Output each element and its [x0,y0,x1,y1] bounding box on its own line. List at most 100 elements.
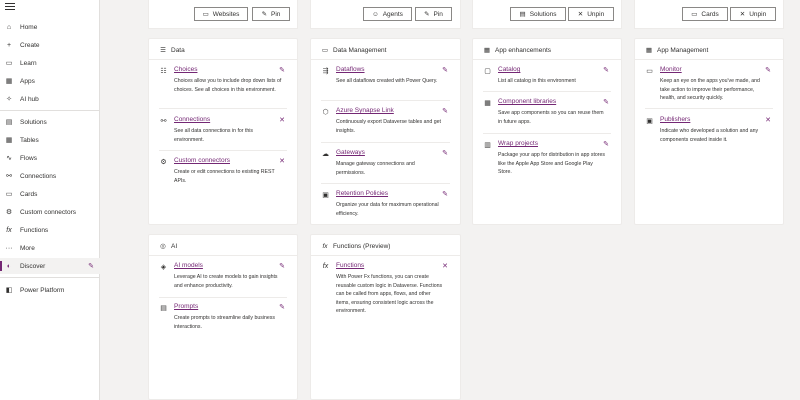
nav-item-tables[interactable]: ▦ Tables [0,132,100,148]
nav-item-home[interactable]: ⌂ Home [0,19,100,35]
nav-item-learn[interactable]: ▭ Learn [0,55,100,71]
unpin-icon[interactable]: ✕ [279,116,285,124]
ai-hub-icon: ✧ [6,96,12,103]
pin-button[interactable]: ✎ Pin [415,7,452,21]
card-divider [311,59,460,60]
data-management-icon: ▭ [321,47,329,54]
nav-item-custom-connectors[interactable]: ⚙ Custom connectors [0,204,100,220]
component-libraries-link[interactable]: Component libraries [498,98,556,105]
nav-item-power-platform[interactable]: ◧ Power Platform [0,282,100,298]
flow-icon: ∿ [6,155,12,162]
catalog-link[interactable]: Catalog [498,66,520,73]
custom-connectors-icon: ⚙ [160,158,167,166]
gateways-icon: ☁ [322,150,329,158]
home-icon: ⌂ [6,23,12,31]
choices-link[interactable]: Choices [174,66,197,73]
pin-icon[interactable]: ✎ [603,98,609,106]
unpin-icon[interactable]: ✕ [279,157,285,165]
pin-icon[interactable]: ✎ [279,262,285,270]
nav-item-create[interactable]: + Create [0,37,100,53]
pin-icon: ✎ [261,11,268,18]
websites-button[interactable]: ▭ Websites [194,7,248,21]
pin-icon[interactable]: ✎ [279,303,285,311]
card-title: ☰ Data [160,46,185,55]
hamburger-menu-icon[interactable] [5,3,15,13]
unpin-icon[interactable]: ✕ [765,116,771,124]
custom-connectors-link[interactable]: Custom connectors [174,157,230,164]
left-navigation: ⌂ Home + Create ▭ Learn ▦ Apps ✧ AI hub … [0,0,100,400]
solutions-button[interactable]: ▤ Solutions [510,7,566,21]
solutions-icon: ▤ [5,119,13,126]
app-management-icon: ▦ [645,47,653,54]
nav-item-connections[interactable]: ⚯ Connections [0,168,100,184]
ai-models-icon: ◈ [160,263,167,271]
unpin-icon[interactable]: ✕ [442,262,448,270]
card-title: fx Functions (Preview) [322,242,391,250]
dataflows-link[interactable]: Dataflows [336,66,365,73]
agents-button[interactable]: ☺ Agents [363,7,412,21]
item-description: Leverage AI to create models to gain ins… [174,274,278,289]
nav-item-flows[interactable]: ∿ Flows [0,150,100,166]
card-title: ▦ App Management [645,46,709,55]
pin-icon[interactable]: ✎ [442,190,448,198]
item-description: Choices allow you to include drop down l… [174,78,282,93]
custom-connectors-icon: ⚙ [5,209,13,216]
pin-icon[interactable]: ✎ [279,66,285,74]
nav-item-apps[interactable]: ▦ Apps [0,73,100,89]
prompts-link[interactable]: Prompts [174,303,198,310]
nav-label: Solutions [20,118,47,126]
nav-divider [0,110,100,111]
nav-label: Cards [20,190,38,198]
cards-icon: ▭ [5,191,13,198]
top-card-solutions: ▤ Solutions ✕ Unpin [472,0,622,29]
cards-button[interactable]: ▭ Cards [682,7,728,21]
item-description: With Power Fx functions, you can create … [336,274,443,315]
nav-item-discover[interactable]: ◐ Discover ✎ [0,258,100,274]
gateways-link[interactable]: Gateways [336,149,365,156]
item-description: Package your app for distribution in app… [498,152,605,176]
data-management-card: ▭ Data Management ⇶ Dataflows ✎ See all d… [310,38,461,225]
card-divider [635,59,783,60]
functions-icon: fx [322,242,328,250]
retention-policies-link[interactable]: Retention Policies [336,190,388,197]
pin-icon[interactable]: ✎ [442,107,448,115]
functions-link[interactable]: Functions [336,262,364,269]
nav-item-ai-hub[interactable]: ✧ AI hub [0,91,100,107]
monitor-link[interactable]: Monitor [660,66,682,73]
plus-icon: + [6,41,12,49]
wrap-projects-link[interactable]: Wrap projects [498,140,538,147]
nav-item-more[interactable]: ··· More [0,240,100,256]
azure-synapse-link[interactable]: Azure Synapse Link [336,107,394,114]
item-divider [321,100,450,101]
pin-icon[interactable]: ✎ [442,149,448,157]
nav-label: Flows [20,154,37,162]
top-card-agents: ☺ Agents ✎ Pin [310,0,461,29]
item-description: Indicate who developed a solution and an… [660,128,759,143]
nav-item-functions[interactable]: fx Functions [0,222,100,238]
discover-icon: ◐ [6,262,12,270]
wrap-projects-icon: ▥ [484,141,491,149]
item-divider [645,108,773,109]
pin-button[interactable]: ✎ Pin [252,7,290,21]
table-icon: ▦ [5,137,13,144]
nav-item-solutions[interactable]: ▤ Solutions [0,114,100,130]
functions-icon: fx [322,263,329,270]
unpin-button[interactable]: ✕ Unpin [730,7,776,21]
ai-models-link[interactable]: AI models [174,262,203,269]
unpin-button[interactable]: ✕ Unpin [568,7,614,21]
more-icon: ··· [5,244,13,252]
nav-label: Learn [20,59,37,67]
pin-icon[interactable]: ✎ [765,66,771,74]
nav-item-cards[interactable]: ▭ Cards [0,186,100,202]
connections-link[interactable]: Connections [174,116,210,123]
component-libraries-icon: ▦ [484,99,491,107]
pin-icon[interactable]: ✎ [603,66,609,74]
item-divider [483,133,611,134]
publishers-link[interactable]: Publishers [660,116,690,123]
card-divider [473,59,621,60]
item-divider [321,183,450,184]
app-enhancements-icon: ▦ [483,47,491,54]
pin-icon[interactable]: ✎ [442,66,448,74]
pin-icon[interactable]: ✎ [603,140,609,148]
pin-icon[interactable]: ✎ [88,262,94,270]
